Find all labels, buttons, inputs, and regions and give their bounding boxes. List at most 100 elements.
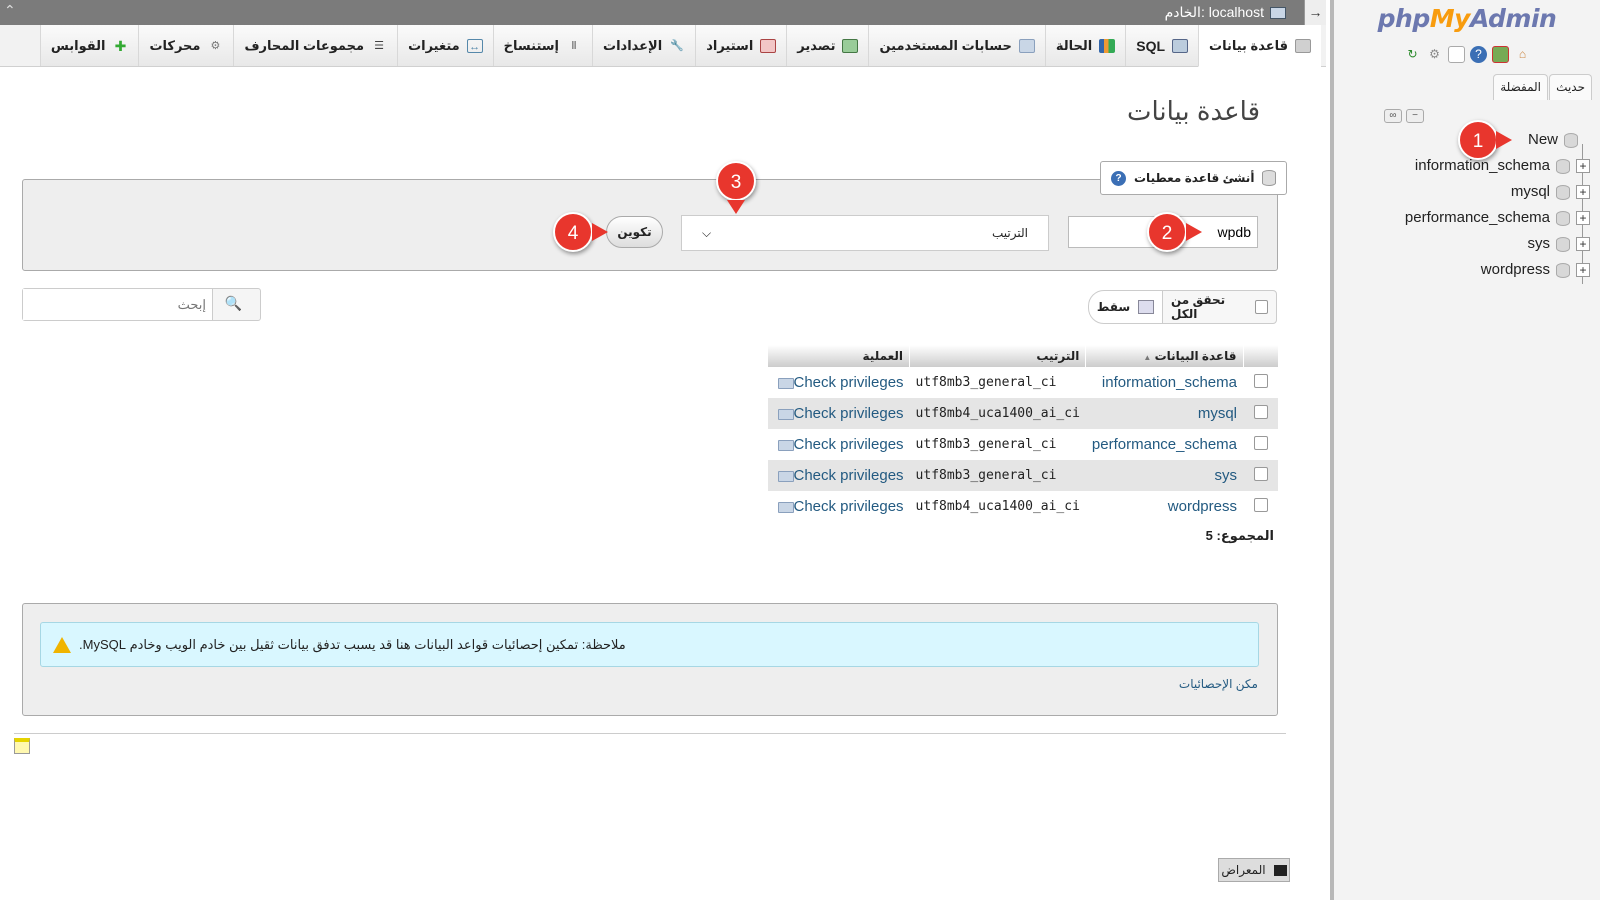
table-row: Check privileges utf8mb3_general_ci perf… xyxy=(768,429,1279,460)
tree-new-database[interactable]: New xyxy=(1528,129,1590,151)
row-database-link[interactable]: information_schema xyxy=(1086,367,1243,398)
row-checkbox[interactable] xyxy=(1253,404,1268,419)
nav-icon-bar: ↻ ⚙ ? ⌂ xyxy=(1404,46,1531,63)
search-icon[interactable]: 🔍 xyxy=(225,295,242,312)
server-icon xyxy=(1270,6,1286,19)
row-database-link[interactable]: sys xyxy=(1085,460,1243,491)
tab-export[interactable]: تصدير xyxy=(786,25,869,66)
enable-statistics-link[interactable]: مكن الإحصائيات xyxy=(1179,677,1258,691)
collapse-all-icon[interactable]: − xyxy=(1406,109,1424,123)
new-database-icon xyxy=(1564,132,1578,148)
collapse-arrow-icon[interactable]: → xyxy=(1304,0,1326,25)
select-all-control[interactable]: تحقق من الكل xyxy=(1162,290,1277,324)
row-database-link[interactable]: mysql xyxy=(1085,398,1243,429)
charset-icon: ☰ xyxy=(374,39,384,52)
create-database-legend: أنشئ قاعدة معطيات ? xyxy=(1100,161,1288,195)
tab-databases[interactable]: قاعدة بيانات xyxy=(1198,25,1321,67)
tab-replication[interactable]: ǁ إستنساخ xyxy=(492,25,593,66)
tab-label: محركات xyxy=(149,37,201,53)
expand-icon[interactable]: + xyxy=(1576,185,1590,199)
tab-label: قاعدة بيانات xyxy=(1209,37,1288,53)
tree-new-label: New xyxy=(1527,131,1558,148)
tab-label: مجموعات المحارف xyxy=(244,37,365,53)
divider xyxy=(14,733,1286,734)
annotation-badge-2: 2 xyxy=(1147,212,1187,252)
row-checkbox[interactable] xyxy=(1253,497,1268,512)
tree-item-database[interactable]: + information_schema xyxy=(1415,155,1590,177)
table-header-row: العملية الترتيب ▲ قاعدة البيانات xyxy=(766,345,1278,367)
row-checkbox[interactable] xyxy=(1253,373,1268,388)
logout-icon[interactable] xyxy=(1492,46,1509,63)
sort-asc-icon: ▲ xyxy=(1143,353,1152,362)
row-database-link[interactable]: performance_schema xyxy=(1086,429,1243,460)
settings-icon: 🔧 xyxy=(670,39,685,52)
scroll-top-icon[interactable]: ⌃ xyxy=(4,2,16,19)
tab-label: متغيرات xyxy=(408,37,460,53)
row-collation: utf8mb4_uca1400_ai_ci xyxy=(909,398,1086,429)
help-icon[interactable]: ? xyxy=(1111,170,1126,186)
tab-recent[interactable]: حديث xyxy=(1549,74,1592,100)
help-icon[interactable]: ? xyxy=(1470,46,1487,63)
tree-item-database[interactable]: + performance_schema xyxy=(1405,207,1590,229)
status-icon xyxy=(1099,38,1116,53)
expand-icon[interactable]: + xyxy=(1576,263,1590,277)
chevron-down-icon: ⌵ xyxy=(702,225,712,240)
check-privileges-link[interactable]: Check privileges xyxy=(768,429,910,460)
tab-user-accounts[interactable]: حسابات المستخدمين xyxy=(868,25,1045,66)
notepad-icon[interactable] xyxy=(14,738,30,754)
expand-icon[interactable]: + xyxy=(1576,159,1590,173)
header-database[interactable]: ▲ قاعدة البيانات xyxy=(1085,345,1243,367)
tab-status[interactable]: الحالة xyxy=(1044,25,1126,66)
row-checkbox-cell xyxy=(1243,367,1278,398)
row-checkbox[interactable] xyxy=(1253,466,1268,481)
expand-icon[interactable]: + xyxy=(1576,211,1590,225)
database-filter: 🔍 xyxy=(22,288,261,321)
check-privileges-link[interactable]: Check privileges xyxy=(768,491,910,522)
gear-icon[interactable]: ⚙ xyxy=(1426,46,1443,63)
tab-import[interactable]: استيراد xyxy=(695,25,787,66)
warning-icon xyxy=(53,636,71,653)
import-icon xyxy=(760,38,777,53)
row-database-link[interactable]: wordpress xyxy=(1086,491,1243,522)
server-label[interactable]: الخادم: localhost xyxy=(1165,4,1264,21)
search-input[interactable] xyxy=(23,289,213,320)
collation-select[interactable]: الترتيب ⌵ xyxy=(681,215,1049,251)
tab-plugins[interactable]: ✚ القوابس xyxy=(39,25,139,66)
header-collation[interactable]: الترتيب xyxy=(909,345,1086,367)
tab-label: الإعدادات xyxy=(603,37,663,53)
check-privileges-link[interactable]: Check privileges xyxy=(768,367,910,398)
tree-item-label: wordpress xyxy=(1480,261,1550,278)
annotation-pointer-3 xyxy=(727,200,745,214)
console-toggle[interactable]: المعراض xyxy=(1218,858,1290,882)
check-privileges-link[interactable]: Check privileges xyxy=(767,460,910,491)
tree-item-database[interactable]: + sys xyxy=(1528,233,1590,255)
tab-variables[interactable]: ↔ متغيرات xyxy=(397,25,493,66)
tree-item-database[interactable]: + wordpress xyxy=(1481,259,1590,281)
link-icon[interactable]: ∞ xyxy=(1384,109,1402,123)
tab-engines[interactable]: ⚙ محركات xyxy=(138,25,234,66)
select-all-checkbox[interactable] xyxy=(1255,300,1268,314)
check-privileges-link[interactable]: Check privileges xyxy=(767,398,910,429)
tab-favorites[interactable]: المفضلة xyxy=(1493,74,1548,100)
reload-icon[interactable]: ↻ xyxy=(1404,46,1421,63)
database-icon xyxy=(1556,236,1570,252)
row-checkbox[interactable] xyxy=(1253,435,1268,450)
phpmyadmin-logo[interactable]: phpMyAdmin xyxy=(1334,4,1600,33)
docs-icon[interactable] xyxy=(1448,46,1465,63)
console-icon xyxy=(1273,864,1287,876)
tab-charsets[interactable]: ☰ مجموعات المحارف xyxy=(233,25,398,66)
drop-button[interactable]: سقط xyxy=(1088,290,1163,324)
header-action: العملية xyxy=(766,345,910,367)
select-all-label: تحقق من الكل xyxy=(1171,293,1226,321)
tree-item-database[interactable]: + mysql xyxy=(1511,181,1590,203)
home-icon[interactable]: ⌂ xyxy=(1514,46,1531,63)
console-label: المعراض xyxy=(1221,863,1266,877)
tab-label: SQL xyxy=(1136,37,1166,54)
tab-sql[interactable]: SQL xyxy=(1125,25,1199,66)
tab-settings[interactable]: 🔧 الإعدادات xyxy=(592,25,696,66)
row-collation: utf8mb3_general_ci xyxy=(915,375,1057,390)
expand-icon[interactable]: + xyxy=(1576,237,1590,251)
create-button[interactable]: تكوين xyxy=(606,216,663,248)
server-breadcrumb[interactable]: الخادم: localhost xyxy=(1165,4,1286,21)
row-checkbox-cell xyxy=(1243,491,1278,522)
